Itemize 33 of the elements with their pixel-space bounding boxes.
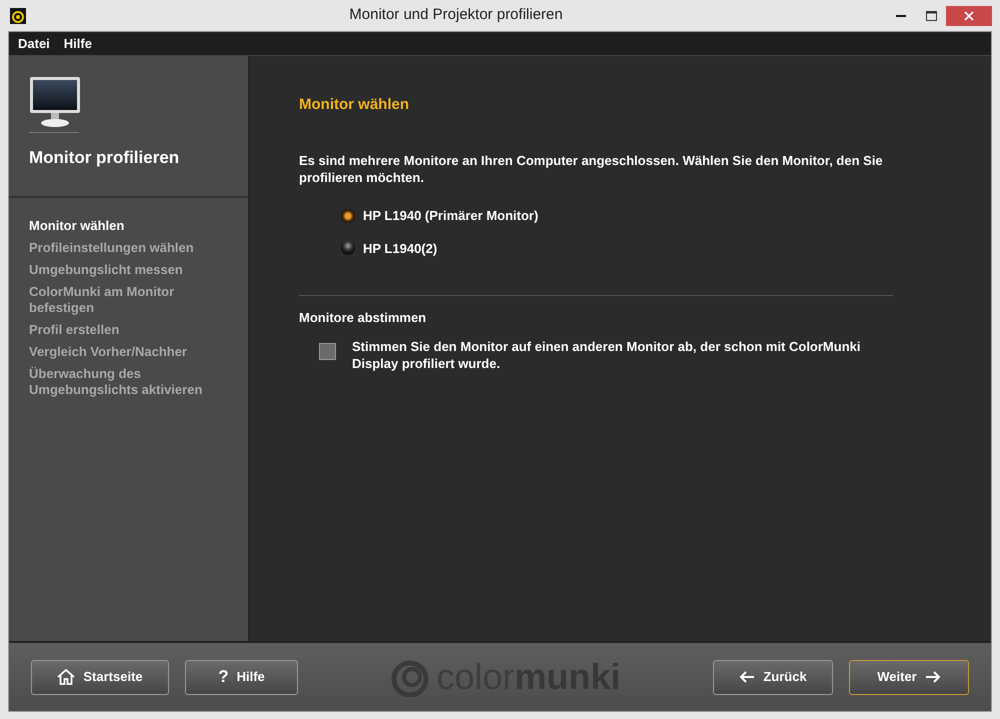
section-title: Monitore abstimmen	[299, 309, 428, 327]
step-item: Monitor wählen	[29, 218, 126, 234]
left-arrow-icon	[739, 671, 756, 683]
question-mark-icon: ?	[218, 664, 229, 690]
minimize-icon[interactable]	[896, 14, 906, 17]
menu-item[interactable]: Datei	[18, 34, 50, 54]
help-button[interactable]: ? Hilfe	[185, 660, 298, 694]
radio-label[interactable]: HP L1940 (Primärer Monitor)	[363, 206, 538, 226]
checkbox-label[interactable]: Stimmen Sie den Monitor auf einen anderen Monitor ab, der schon mit ColorMunki Display profiliert wurde.	[352, 338, 892, 372]
step-item: Umgebungslicht messen	[29, 262, 184, 278]
right-arrow-icon	[924, 671, 941, 683]
close-icon	[964, 10, 974, 20]
radio-label[interactable]: HP L1940(2)	[363, 238, 438, 258]
step-item: Überwachung des Umgebungslichts aktivieren	[29, 366, 204, 398]
page-heading: Monitor wählen	[299, 96, 410, 114]
close-button[interactable]	[946, 6, 992, 26]
radio-button[interactable]	[341, 208, 355, 223]
next-button[interactable]: Weiter	[849, 660, 969, 694]
home-icon	[57, 669, 76, 685]
checkbox[interactable]	[319, 342, 336, 360]
step-item: ColorMunki am Monitor befestigen	[29, 284, 176, 316]
step-item: Profil erstellen	[29, 322, 120, 338]
maximize-icon[interactable]	[926, 10, 936, 20]
step-item: Vergleich Vorher/Nachher	[29, 344, 188, 360]
step-item: Profileinstellungen wählen	[29, 240, 195, 256]
description-text: Es sind mehrere Monitore an Ihren Computer angeschlossen. Wählen Sie den Monitor, den Sie profilieren möchten.	[299, 152, 884, 186]
menu-item[interactable]: Hilfe	[64, 34, 92, 54]
home-button[interactable]: Startseite	[31, 660, 169, 694]
sidebar-title: Monitor profilieren	[29, 148, 180, 168]
back-button[interactable]: Zurück	[713, 660, 833, 694]
window-title: Monitor und Projektor profilieren	[348, 5, 564, 26]
radio-button[interactable]	[341, 241, 355, 256]
app-icon	[10, 8, 26, 24]
